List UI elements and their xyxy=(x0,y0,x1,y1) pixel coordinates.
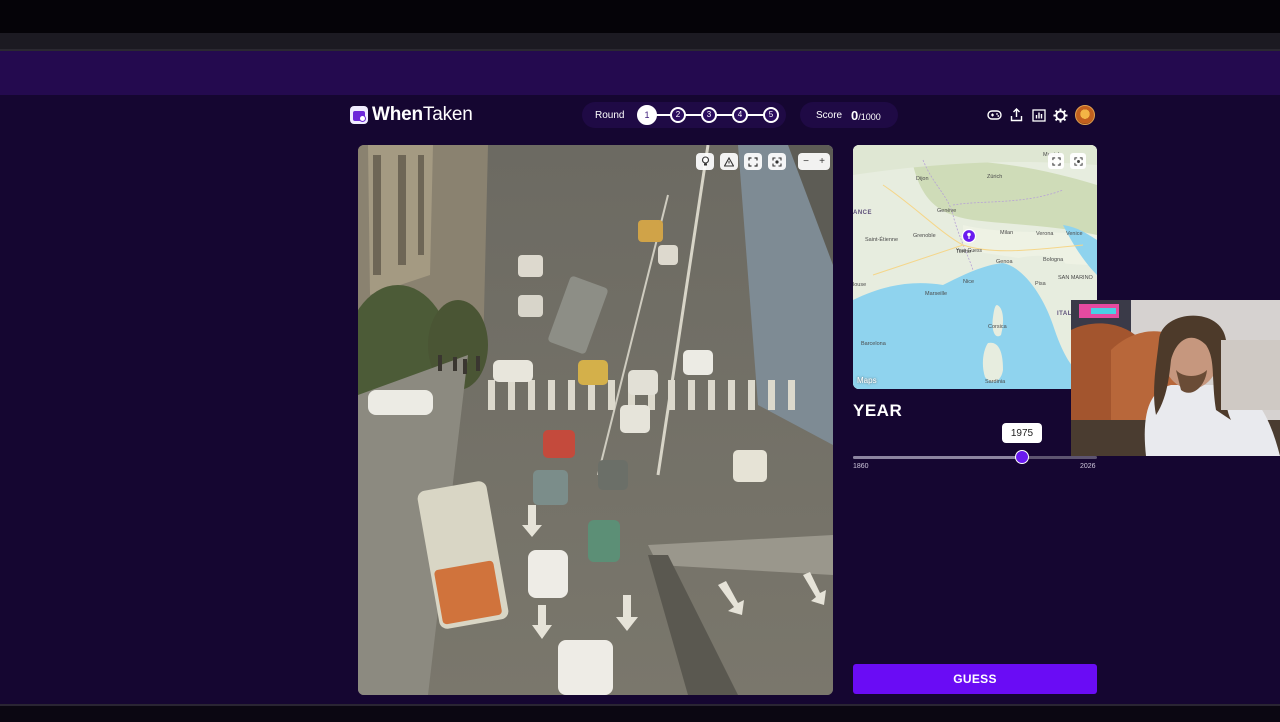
logo-text-light: Taken xyxy=(422,104,473,125)
logo-icon xyxy=(350,106,368,124)
app-logo[interactable]: WhenTaken xyxy=(350,104,473,126)
map-label-italy: ITAL xyxy=(1057,311,1072,317)
map-label-nice: Nice xyxy=(963,279,974,285)
maps-brand-text: Maps xyxy=(857,376,877,385)
round-label: Round xyxy=(595,109,625,121)
browser-bookmarks-bar xyxy=(0,33,1280,51)
map-fullscreen-icon[interactable] xyxy=(1048,153,1064,169)
map-label-venice: Venice xyxy=(1066,231,1083,237)
year-title: YEAR xyxy=(853,401,903,420)
map-label-saint-etienne: Saint-Étienne xyxy=(865,236,898,243)
photo-toolbar: − + xyxy=(696,153,830,170)
zoom-controls: − + xyxy=(798,153,830,170)
header-actions xyxy=(985,105,1095,125)
round-step-2: 2 xyxy=(670,107,686,123)
map-label-toulouse: louse xyxy=(853,282,866,288)
map-label-dijon: Dijon xyxy=(916,176,929,182)
score-max: /1000 xyxy=(858,111,881,122)
map-label-pisa: Pisa xyxy=(1035,281,1047,287)
guess-button[interactable]: GUESS xyxy=(853,664,1097,694)
webcam-image xyxy=(1071,300,1280,456)
map-label-bologna: Bologna xyxy=(1043,257,1064,263)
map-label-verona: Verona xyxy=(1036,231,1054,237)
year-slider-thumb[interactable] xyxy=(1015,450,1029,464)
round-steps: 1 2 3 4 5 xyxy=(637,105,779,125)
year-max-label: 2026 xyxy=(1080,463,1096,470)
browser-top-bar xyxy=(0,0,1280,33)
guess-marker[interactable] xyxy=(961,228,977,244)
map-label-marseille: Marseille xyxy=(925,291,947,297)
year-slider-fill xyxy=(853,456,1022,459)
map-label-milan: Milan xyxy=(1000,230,1013,236)
map-label-barcelona: Barcelona xyxy=(861,341,887,347)
logo-text: WhenTaken xyxy=(372,104,473,126)
maps-attribution: Maps xyxy=(857,376,877,385)
banner-band xyxy=(0,51,1280,95)
map-label-genoa: Genoa xyxy=(996,259,1013,265)
map-label-france: ANCE xyxy=(853,210,872,216)
gear-icon[interactable] xyxy=(1051,105,1070,125)
round-step-3: 3 xyxy=(701,107,717,123)
score-value: 0/1000 xyxy=(851,108,881,123)
warning-icon[interactable] xyxy=(720,153,738,170)
map-label-san-marino: SAN MARINO xyxy=(1058,275,1094,281)
map-label-corsica: Corsica xyxy=(988,324,1008,330)
map-label-geneve: Genève xyxy=(937,208,956,214)
zoom-out-icon[interactable]: − xyxy=(798,153,814,170)
marker-label: Your Guess xyxy=(956,248,982,254)
score-display: Score 0/1000 xyxy=(800,102,898,128)
street-photo-image xyxy=(358,145,833,695)
round-step-4: 4 xyxy=(732,107,748,123)
fullscreen-icon[interactable] xyxy=(744,153,762,170)
map-label-grenoble: Grenoble xyxy=(913,233,936,239)
guess-map[interactable]: Munich Zürich Dijon Genève Milan Verona … xyxy=(853,145,1097,389)
score-label: Score xyxy=(816,109,843,121)
lightbulb-icon[interactable] xyxy=(696,153,714,170)
map-focus-icon[interactable] xyxy=(1070,153,1086,169)
webcam-overlay xyxy=(1071,300,1280,456)
round-indicator: Round 1 2 3 4 5 xyxy=(582,102,786,128)
avatar[interactable] xyxy=(1075,105,1095,125)
share-icon[interactable] xyxy=(1007,105,1026,125)
year-min-label: 1860 xyxy=(853,463,869,470)
map-label-zurich: Zürich xyxy=(987,174,1002,180)
guess-photo[interactable] xyxy=(358,145,833,695)
chart-icon[interactable] xyxy=(1029,105,1048,125)
map-canvas: Munich Zürich Dijon Genève Milan Verona … xyxy=(853,145,1097,389)
bottom-strip xyxy=(0,704,1280,722)
year-tooltip: 1975 xyxy=(1002,423,1042,443)
map-toolbar xyxy=(1048,153,1086,169)
round-step-1: 1 xyxy=(637,105,657,125)
logo-text-bold: When xyxy=(372,104,423,125)
map-label-sardinia: Sardinia xyxy=(985,379,1006,385)
focus-icon[interactable] xyxy=(768,153,786,170)
year-slider[interactable]: 1975 xyxy=(853,423,1097,464)
zoom-in-icon[interactable]: + xyxy=(814,153,830,170)
round-step-5: 5 xyxy=(763,107,779,123)
gamepad-icon[interactable] xyxy=(985,105,1004,125)
